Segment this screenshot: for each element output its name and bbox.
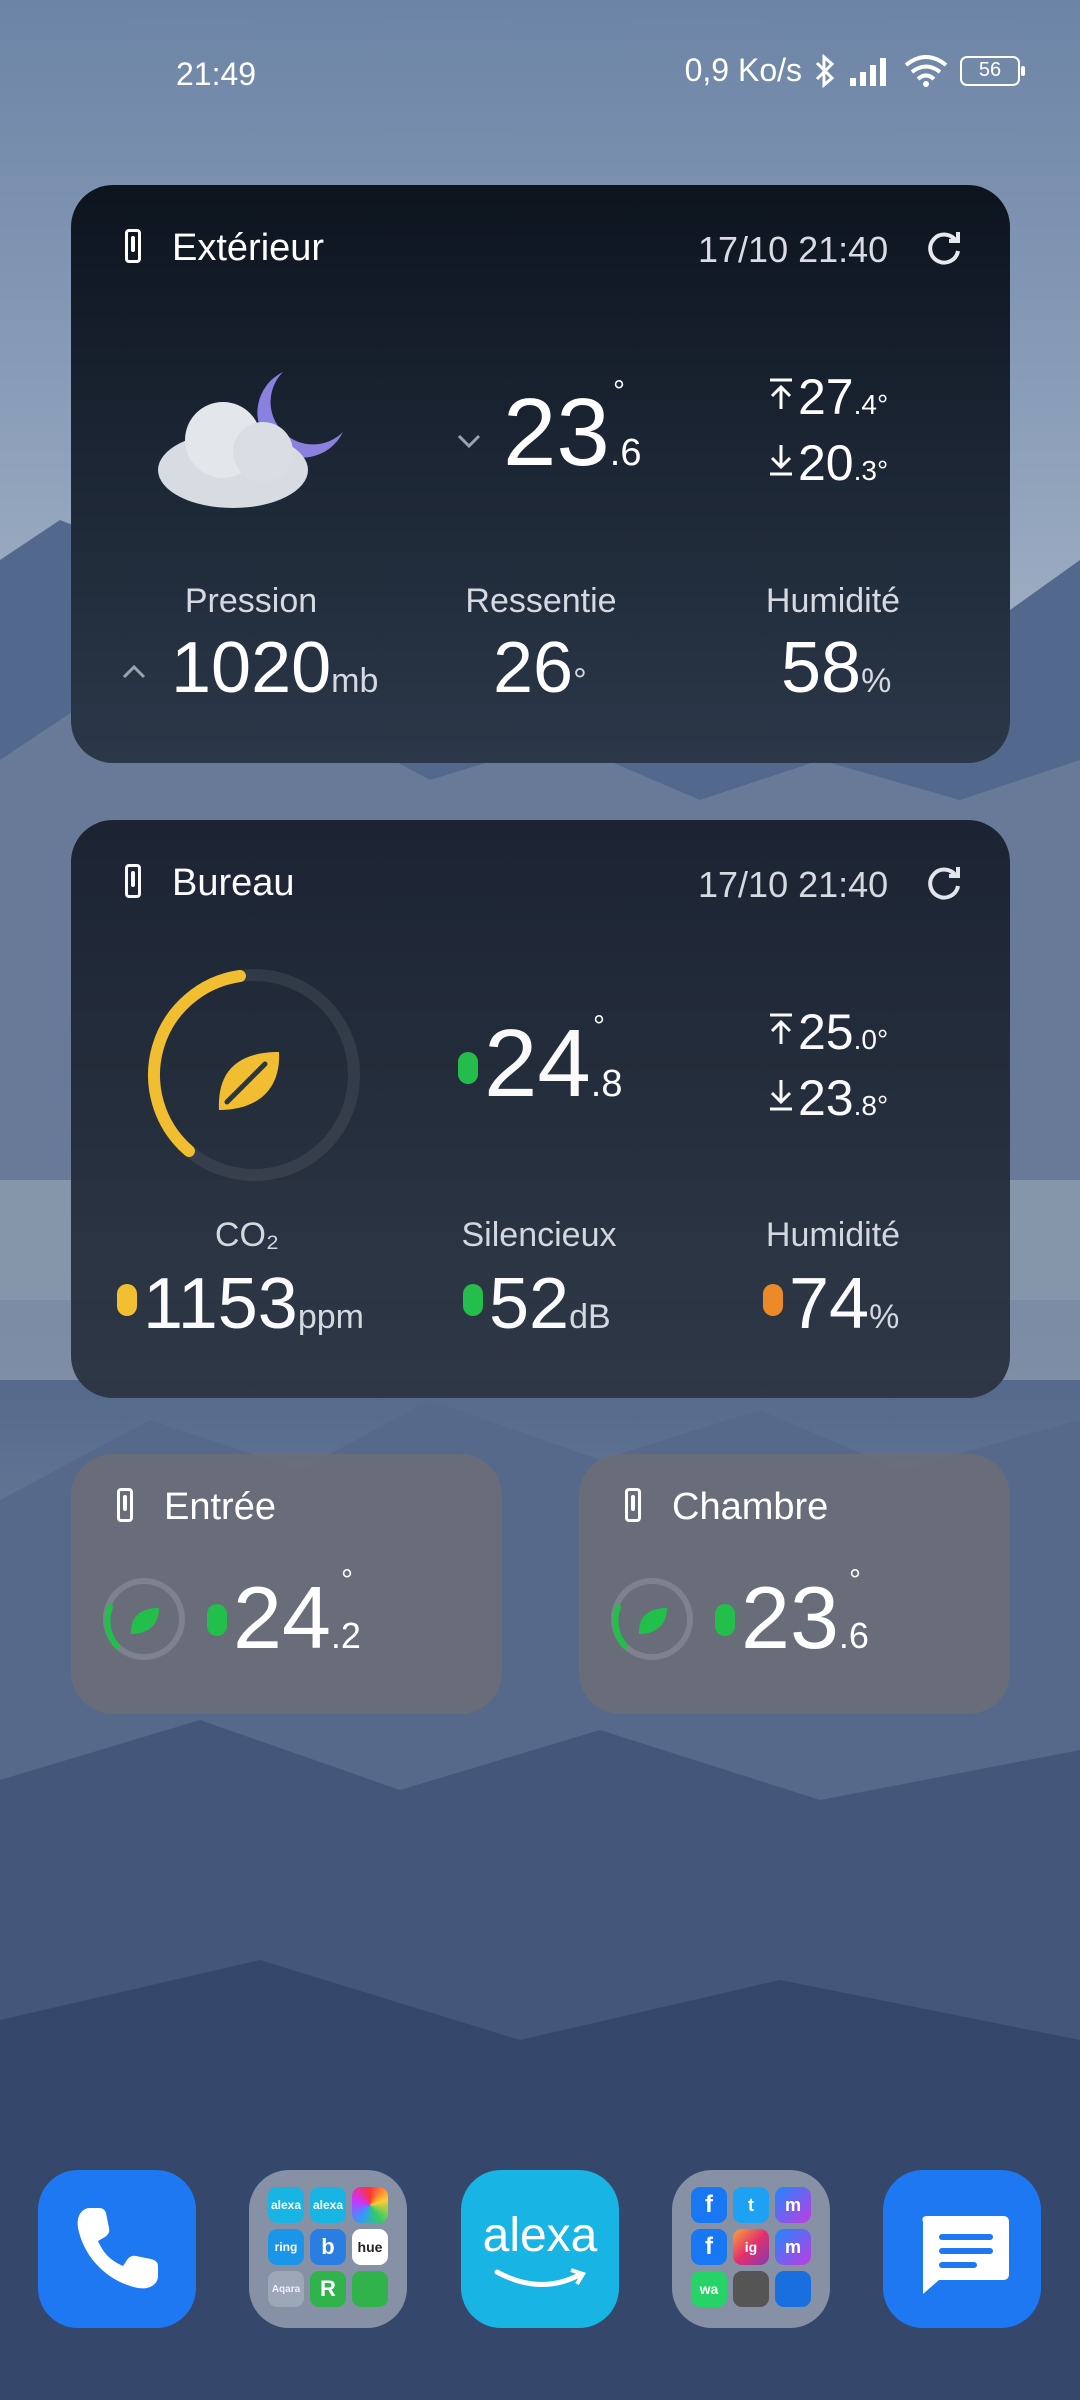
vpn-app-icon[interactable]: [775, 2271, 811, 2307]
status-bar: 21:49 0,9 Ko/s 56: [0, 52, 1080, 102]
status-dot-alert: [763, 1284, 783, 1316]
max-temp: 27.4°: [798, 369, 889, 425]
battery-indicator: 56: [960, 55, 1025, 86]
max-temp-icon: [770, 1013, 792, 1044]
degree-symbol: °: [613, 375, 625, 408]
air-quality-gauge: [611, 1578, 693, 1660]
update-time: 17/10 21:40: [698, 864, 889, 905]
refresh-icon[interactable]: [925, 229, 963, 267]
sensor-icon: [625, 1488, 641, 1522]
ring-app-icon[interactable]: ring: [268, 2229, 304, 2265]
sensor-icon: [125, 864, 141, 898]
phone-icon: [77, 2208, 158, 2289]
widget-title: Entrée: [164, 1486, 276, 1528]
facebook-app-icon[interactable]: f: [691, 2187, 727, 2223]
pression-label: Pression: [184, 582, 318, 620]
mi-home-app-icon[interactable]: [352, 2271, 388, 2307]
cloud-moon-icon: [158, 372, 343, 508]
leaf-icon: [130, 1608, 159, 1634]
aqara-app-icon[interactable]: Aqara: [268, 2271, 304, 2307]
whatsapp-app-icon[interactable]: wa: [691, 2271, 727, 2307]
trend-down-icon: [457, 434, 481, 449]
app-folder-smart-home[interactable]: alexa alexa ring b hue Aqara R: [249, 2170, 407, 2328]
ressentie-label: Ressentie: [465, 582, 617, 620]
max-temp: 25.0°: [798, 1004, 889, 1060]
air-quality-gauge: [103, 1578, 185, 1660]
messages-app[interactable]: [883, 2170, 1041, 2328]
humidite-value: 74%: [789, 1264, 900, 1344]
facebook-app-icon[interactable]: f: [691, 2229, 727, 2265]
sensor-icon: [125, 229, 141, 263]
bruit-label: Silencieux: [461, 1216, 617, 1254]
status-dot-ok: [715, 1604, 735, 1636]
net-speed: 0,9 Ko/s: [684, 52, 802, 88]
co2-label: CO₂: [214, 1216, 280, 1254]
messenger-app-icon[interactable]: m: [775, 2229, 811, 2265]
widget-entree[interactable]: Entrée 24.2 °: [71, 1454, 502, 1714]
update-time: 17/10 21:40: [698, 229, 889, 270]
widget-bureau[interactable]: Bureau 17/10 21:40 24.8 ° 25.0° 23.8° CO…: [71, 820, 1010, 1398]
widget-title: Chambre: [672, 1486, 829, 1528]
messenger-app-icon[interactable]: m: [775, 2187, 811, 2223]
humidite-label: Humidité: [765, 582, 901, 620]
app-folder-social[interactable]: f t m f ig m wa: [672, 2170, 830, 2328]
min-temp-icon: [770, 1080, 792, 1111]
hue-app-icon[interactable]: hue: [352, 2229, 388, 2265]
degree-symbol: °: [341, 1564, 353, 1597]
degree-symbol: °: [849, 1564, 861, 1597]
air-quality-gauge: [148, 969, 360, 1181]
camera-app-icon[interactable]: [733, 2271, 769, 2307]
widget-exterieur[interactable]: Extérieur 17/10 21:40 23.6 ° 27.4° 20.3°…: [71, 185, 1010, 763]
bluetooth-icon: [815, 53, 835, 88]
widget-chambre[interactable]: Chambre 23.6 °: [579, 1454, 1010, 1714]
refresh-icon[interactable]: [925, 864, 963, 902]
widget-title: Extérieur: [172, 227, 325, 269]
wifi-icon: [904, 54, 948, 87]
humidite-value: 58%: [781, 628, 892, 708]
status-dot-ok: [207, 1604, 227, 1636]
co2-value: 1153ppm: [143, 1264, 364, 1344]
min-temp: 23.8°: [798, 1070, 889, 1126]
min-temp: 20.3°: [798, 435, 889, 491]
leaf-icon: [638, 1608, 667, 1634]
trend-up-icon: [122, 664, 146, 679]
status-dot-ok: [463, 1284, 483, 1316]
instagram-app-icon[interactable]: ig: [733, 2229, 769, 2265]
alexa-smile-icon: [494, 2268, 586, 2287]
status-dot-ok: [458, 1052, 478, 1084]
widget-title: Bureau: [172, 862, 295, 904]
phone-app[interactable]: [38, 2170, 196, 2328]
twitter-app-icon[interactable]: t: [733, 2187, 769, 2223]
r-app-icon[interactable]: R: [310, 2271, 346, 2307]
alexa-wordmark: alexa: [482, 2209, 598, 2262]
signal-icon: [850, 57, 886, 86]
sensor-icon: [117, 1488, 133, 1522]
status-dot-warn: [117, 1284, 137, 1316]
alexa-app[interactable]: alexa: [461, 2170, 619, 2328]
degree-symbol: °: [593, 1010, 605, 1043]
bruit-value: 52dB: [489, 1264, 611, 1344]
humidite-label: Humidité: [765, 1216, 901, 1254]
min-temp-icon: [770, 445, 792, 476]
pression-value: 1020mb: [171, 628, 379, 708]
alexa-app-icon[interactable]: alexa: [310, 2187, 346, 2223]
status-time: 21:49: [176, 56, 257, 92]
color-wheel-app-icon[interactable]: [352, 2187, 388, 2223]
max-temp-icon: [770, 378, 792, 409]
b-app-icon[interactable]: b: [310, 2229, 346, 2265]
ressentie-value: 26°: [493, 628, 587, 708]
leaf-icon: [218, 1052, 280, 1110]
alexa-app-icon[interactable]: alexa: [268, 2187, 304, 2223]
messages-icon: [921, 2216, 1009, 2294]
